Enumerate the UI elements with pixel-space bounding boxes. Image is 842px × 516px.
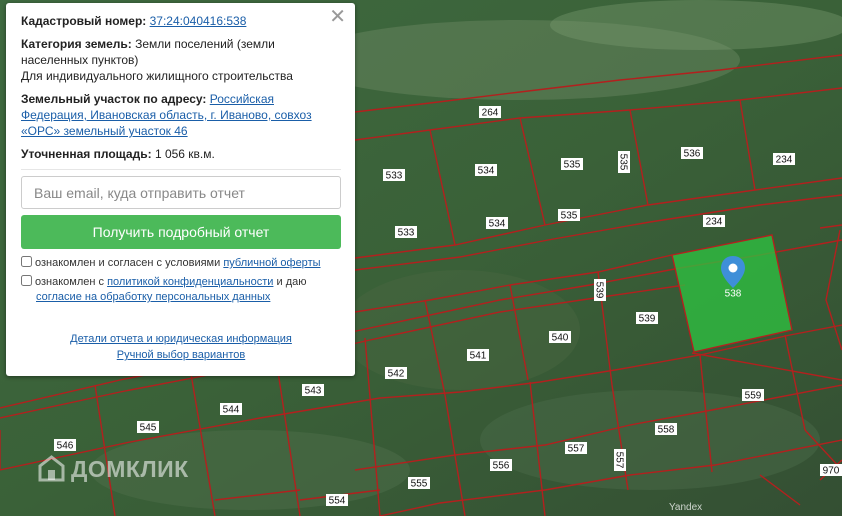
plot-number: 556 <box>493 461 510 472</box>
plot-number: 536 <box>684 149 701 160</box>
popup-links: Детали отчета и юридическая информация Р… <box>21 331 341 363</box>
brand-watermark: ДОМКЛИК <box>38 455 189 483</box>
plot-number: 535 <box>561 211 578 222</box>
area-value: 1 056 кв.м. <box>154 147 215 161</box>
plot-label: 970 <box>820 464 842 477</box>
plot-label: 557 <box>565 442 587 455</box>
address-label: Земельный участок по адресу: <box>21 92 207 106</box>
consent-offer-text: ознакомлен и согласен с условиями <box>35 257 221 269</box>
divider <box>21 169 341 170</box>
get-report-button[interactable]: Получить подробный отчет <box>21 215 341 249</box>
terrain-patch <box>340 270 580 390</box>
personal-data-link[interactable]: согласие на обработку персональных данны… <box>36 291 270 303</box>
address-row: Земельный участок по адресу: Российская … <box>21 91 341 139</box>
plot-label: 535 <box>618 151 630 173</box>
privacy-policy-link[interactable]: политикой конфиденциальности <box>107 276 273 288</box>
plot-label: 534 <box>486 217 508 230</box>
plot-number: 534 <box>478 166 495 177</box>
plot-label: 533 <box>395 226 417 239</box>
consent-offer-row: ознакомлен и согласен с условиями публич… <box>21 256 341 271</box>
plot-label: 539 <box>594 279 606 301</box>
plot-number: 535 <box>618 154 629 171</box>
plot-label: 543 <box>302 384 324 397</box>
plot-label: 234 <box>773 153 795 166</box>
plot-label: 555 <box>408 477 430 490</box>
area-row: Уточненная площадь: 1 056 кв.м. <box>21 146 341 162</box>
plot-number: 539 <box>594 282 605 299</box>
plot-number: 234 <box>776 155 793 166</box>
plot-label: 546 <box>54 439 76 452</box>
consent-privacy-mid: и даю <box>276 276 307 288</box>
area-label: Уточненная площадь: <box>21 147 152 161</box>
consent-privacy-row: ознакомлен с политикой конфиденциальност… <box>21 275 341 305</box>
plot-label: 542 <box>385 367 407 380</box>
terrain-patch <box>480 390 820 490</box>
email-input[interactable] <box>21 176 341 209</box>
plot-label: 558 <box>655 423 677 436</box>
plot-label: 559 <box>742 389 764 402</box>
brand-name: ДОМКЛИК <box>71 456 189 482</box>
plot-number: 533 <box>386 171 403 182</box>
plot-number: 557 <box>614 452 625 469</box>
domclick-house-icon <box>38 455 65 482</box>
plot-label: 556 <box>490 459 512 472</box>
plot-number: 555 <box>411 479 428 490</box>
public-offer-link[interactable]: публичной оферты <box>223 257 320 269</box>
map-attribution[interactable]: Yandex <box>669 502 702 513</box>
plot-number: 554 <box>329 496 346 507</box>
plot-number: 539 <box>639 314 656 325</box>
plot-label: 545 <box>137 421 159 434</box>
cadastral-label: Кадастровый номер: <box>21 14 147 28</box>
plot-number: 538 <box>725 289 742 300</box>
plot-label: 535 <box>558 209 580 222</box>
plot-number: 970 <box>823 466 840 477</box>
manual-selection-link[interactable]: Ручной выбор вариантов <box>21 347 341 363</box>
plot-number: 533 <box>398 228 415 239</box>
plot-number: 546 <box>57 441 74 452</box>
close-icon[interactable]: ✕ <box>329 6 346 28</box>
category-label: Категория земель: <box>21 37 132 51</box>
use-value: Для индивидуального жилищного строительс… <box>21 69 293 83</box>
plot-number: 543 <box>305 386 322 397</box>
plot-label: 557 <box>614 449 626 471</box>
plot-number: 540 <box>552 333 569 344</box>
plot-label: 264 <box>479 106 501 119</box>
plot-number: 542 <box>388 369 405 380</box>
plot-label: 533 <box>383 169 405 182</box>
consent-privacy-text: ознакомлен с <box>35 276 105 288</box>
plot-label: 544 <box>220 403 242 416</box>
plot-number: 559 <box>745 391 762 402</box>
cadastral-number-link[interactable]: 37:24:040416:538 <box>150 14 247 28</box>
terrain-patch <box>550 0 842 50</box>
plot-label: 540 <box>549 331 571 344</box>
plot-number: 234 <box>706 217 723 228</box>
plot-label: 534 <box>475 164 497 177</box>
cadastral-row: Кадастровый номер: 37:24:040416:538 <box>21 13 341 29</box>
plot-label: 536 <box>681 147 703 160</box>
plot-number: 544 <box>223 405 240 416</box>
selected-plot-label: 538 <box>725 289 742 300</box>
plot-label: 234 <box>703 215 725 228</box>
plot-info-popup: ✕ Кадастровый номер: 37:24:040416:538 Ка… <box>6 3 355 376</box>
plot-number: 264 <box>482 108 499 119</box>
plot-number: 558 <box>658 425 675 436</box>
consent-offer-checkbox[interactable] <box>21 256 32 267</box>
plot-number: 541 <box>470 351 487 362</box>
report-details-link[interactable]: Детали отчета и юридическая информация <box>21 331 341 347</box>
plot-number: 535 <box>564 160 581 171</box>
plot-label: 539 <box>636 312 658 325</box>
category-row: Категория земель: Земли поселений (земли… <box>21 36 341 84</box>
plot-label: 554 <box>326 494 348 507</box>
plot-number: 557 <box>568 444 585 455</box>
plot-label: 535 <box>561 158 583 171</box>
plot-label: 541 <box>467 349 489 362</box>
plot-number: 534 <box>489 219 506 230</box>
consent-privacy-checkbox[interactable] <box>21 275 32 286</box>
plot-number: 545 <box>140 423 157 434</box>
